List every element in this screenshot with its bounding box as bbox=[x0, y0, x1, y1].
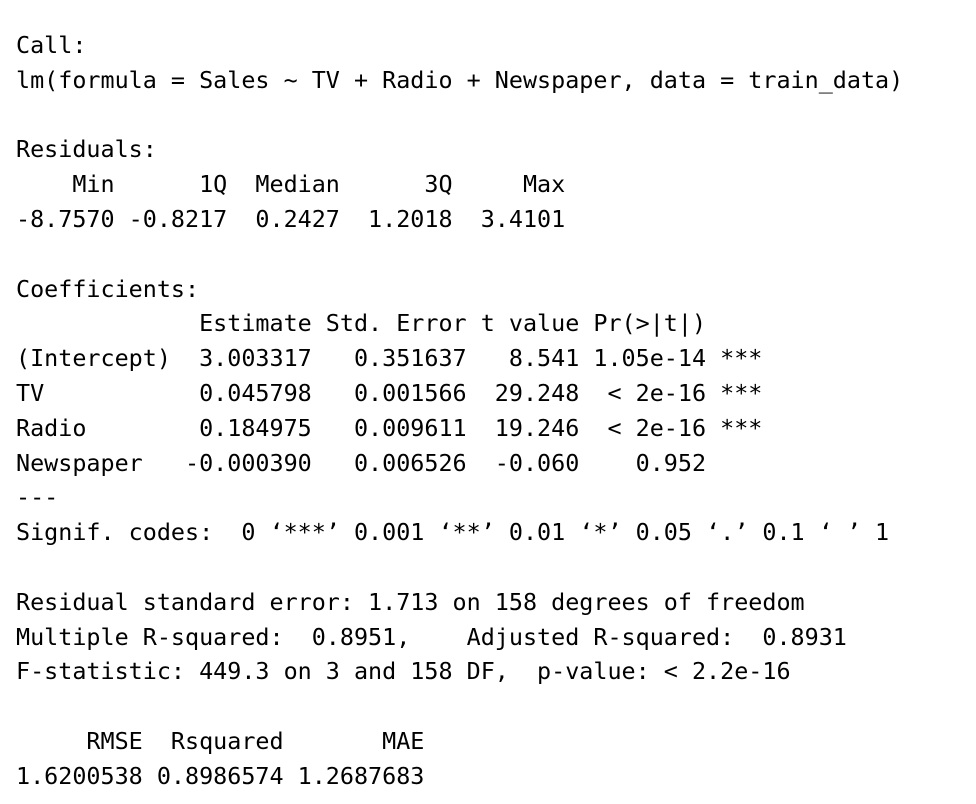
residuals-values: -8.7570 -0.8217 0.2427 1.2018 3.4101 bbox=[16, 204, 580, 233]
coefficient-row-radio: Radio 0.184975 0.009611 19.246 < 2e-16 *… bbox=[16, 413, 763, 442]
residual-standard-error: Residual standard error: 1.713 on 158 de… bbox=[16, 587, 805, 616]
call-formula: lm(formula = Sales ~ TV + Radio + Newspa… bbox=[16, 65, 904, 94]
metrics-values: 1.6200538 0.8986574 1.2687683 bbox=[16, 761, 439, 790]
residuals-header: Residuals: bbox=[16, 135, 157, 164]
call-header: Call: bbox=[16, 31, 87, 59]
residuals-labels: Min 1Q Median 3Q Max bbox=[16, 170, 580, 199]
coefficient-row-tv: TV 0.045798 0.001566 29.248 < 2e-16 *** bbox=[16, 378, 763, 407]
coefficient-row-intercept: (Intercept) 3.003317 0.351637 8.541 1.05… bbox=[16, 344, 763, 373]
r-squared: Multiple R-squared: 0.8951, Adjusted R-s… bbox=[16, 622, 861, 651]
coefficient-row-newspaper: Newspaper -0.000390 0.006526 -0.060 0.95… bbox=[16, 448, 763, 477]
coefficients-header: Coefficients: bbox=[16, 274, 200, 303]
metrics-labels: RMSE Rsquared MAE bbox=[16, 726, 439, 755]
r-console-output: Call: lm(formula = Sales ~ TV + Radio + N… bbox=[16, 28, 903, 794]
signif-codes: Signif. codes: 0 ‘***’ 0.001 ‘**’ 0.01 ‘… bbox=[16, 518, 890, 547]
separator: --- bbox=[16, 483, 59, 512]
f-statistic: F-statistic: 449.3 on 3 and 158 DF, p-va… bbox=[16, 657, 791, 686]
coefficients-column-header: Estimate Std. Error t value Pr(>|t|) bbox=[16, 309, 763, 338]
